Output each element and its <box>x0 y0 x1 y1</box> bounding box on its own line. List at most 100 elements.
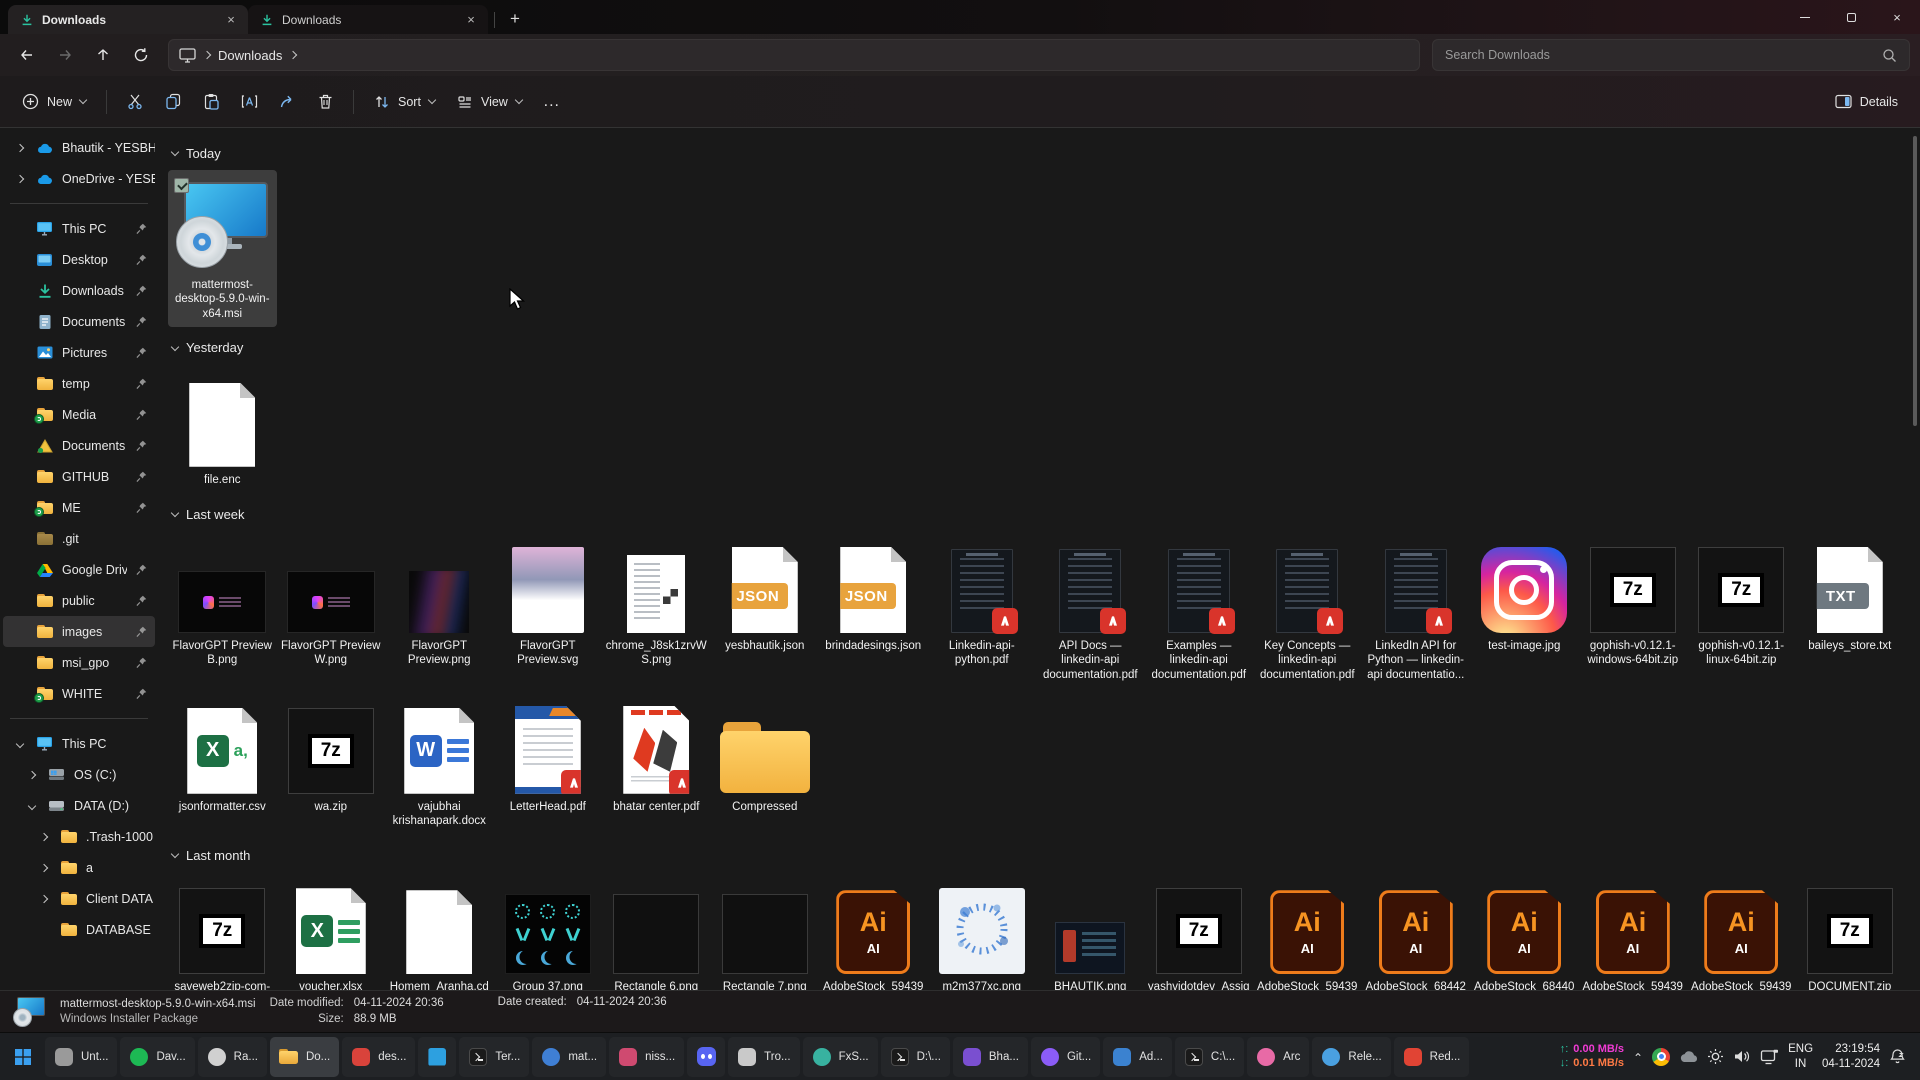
taskbar-item-fxs[interactable]: FxS... <box>803 1037 878 1077</box>
file-tile[interactable]: 7zgophish-v0.12.1-windows-64bit.zip <box>1579 531 1688 674</box>
file-tile[interactable]: Examples — linkedin-api documentation.pd… <box>1145 531 1254 688</box>
sidebar-item-github[interactable]: GITHUB <box>3 461 155 492</box>
brightness-icon[interactable] <box>1707 1048 1724 1065</box>
file-tile[interactable]: AiAIAdobeStock_594399656 - Copy.ai <box>1579 872 1688 990</box>
cast-display-icon[interactable] <box>1760 1049 1779 1065</box>
file-tile[interactable]: 7zgophish-v0.12.1-linux-64bit.zip <box>1687 531 1796 674</box>
notification-bell-icon[interactable] <box>1889 1048 1906 1065</box>
file-tile[interactable]: TXTbaileys_store.txt <box>1796 531 1905 659</box>
sidebar-item-client-data[interactable]: Client DATA <box>3 883 155 914</box>
minimize-button[interactable] <box>1782 0 1828 34</box>
taskbar-item-tro[interactable]: Tro... <box>728 1037 799 1077</box>
file-tile[interactable]: Linkedin-api-python.pdf <box>928 531 1037 674</box>
maximize-button[interactable] <box>1828 0 1874 34</box>
taskbar-item-do[interactable]: Do... <box>270 1037 339 1077</box>
more-options-button[interactable]: ... <box>534 84 570 120</box>
sidebar-item-images[interactable]: images <box>3 616 155 647</box>
taskbar-item-discord[interactable] <box>687 1037 725 1077</box>
tab-close-icon[interactable]: × <box>222 11 240 29</box>
scrollbar-thumb[interactable] <box>1913 136 1917 426</box>
file-tile[interactable]: FlavorGPT Preview W.png <box>277 531 386 674</box>
file-tile[interactable]: test-image.jpg <box>1470 531 1579 659</box>
chrome-icon[interactable] <box>1652 1048 1670 1066</box>
sidebar-item--git[interactable]: .git <box>3 523 155 554</box>
sidebar-item-google-drive[interactable]: Google Drive <box>3 554 155 585</box>
sidebar-item-data-d-[interactable]: DATA (D:) <box>3 790 155 821</box>
tab-downloads[interactable]: Downloads× <box>8 5 248 34</box>
volume-icon[interactable] <box>1733 1049 1751 1064</box>
tab-close-icon[interactable]: × <box>462 11 480 29</box>
file-tile[interactable]: BHAUTIK.png <box>1036 872 1145 990</box>
file-tile[interactable]: file.enc <box>168 365 277 493</box>
taskbar-item-d[interactable]: D:\... <box>881 1037 950 1077</box>
file-tile[interactable]: Rectangle 7.png <box>711 872 820 990</box>
taskbar-item-ra[interactable]: Ra... <box>198 1037 267 1077</box>
file-tile[interactable]: 7zyashvidotdev_AssignmentRepo-main.zip <box>1145 872 1254 990</box>
group-header-yesterday[interactable]: Yesterday <box>172 335 1920 361</box>
selection-checkbox[interactable] <box>174 178 189 193</box>
refresh-button[interactable] <box>124 39 158 71</box>
copy-button[interactable] <box>155 84 191 120</box>
file-tile[interactable]: AiAIAdobeStock_594399656 [Converted] cop… <box>1253 872 1362 990</box>
file-tile[interactable]: AiAIAdobeStock_594399656 [Converted].ai <box>819 872 928 990</box>
taskbar-item-rele[interactable]: Rele... <box>1312 1037 1390 1077</box>
taskbar-item-git[interactable]: Git... <box>1031 1037 1100 1077</box>
sidebar-item-documents[interactable]: Documents <box>3 306 155 337</box>
vertical-scrollbar[interactable] <box>1911 132 1918 986</box>
chevron-down-icon[interactable] <box>13 741 27 747</box>
chevron-right-icon[interactable] <box>13 145 27 151</box>
taskbar-item-c[interactable]: C:\... <box>1175 1037 1244 1077</box>
taskbar-item-ad[interactable]: Ad... <box>1103 1037 1172 1077</box>
new-tab-button[interactable]: + <box>501 7 529 31</box>
file-tile[interactable]: LinkedIn API for Python — linkedin-api d… <box>1362 531 1471 688</box>
taskbar-item-ter[interactable]: Ter... <box>459 1037 529 1077</box>
sidebar-item-pictures[interactable]: Pictures <box>3 337 155 368</box>
sidebar-item-me[interactable]: ME <box>3 492 155 523</box>
chevron-right-icon[interactable] <box>37 865 51 871</box>
taskbar-item-unt[interactable]: Unt... <box>45 1037 117 1077</box>
file-tile[interactable]: 7zDOCUMENT.zip <box>1796 872 1905 990</box>
chevron-down-icon[interactable] <box>25 803 39 809</box>
sidebar-item-this-pc[interactable]: This PC <box>3 213 155 244</box>
chevron-right-icon[interactable] <box>25 772 39 778</box>
file-tile[interactable]: Homem_Aranha.cdr <box>385 872 494 990</box>
delete-button[interactable] <box>307 84 343 120</box>
sidebar-item-public[interactable]: public <box>3 585 155 616</box>
sidebar-item-os-c-[interactable]: OS (C:) <box>3 759 155 790</box>
group-header-last-week[interactable]: Last week <box>172 501 1920 527</box>
sidebar-item-bhautik-yesbh[interactable]: Bhautik - YESBH <box>3 132 155 163</box>
file-tile[interactable]: JSONyesbhautik.json <box>711 531 820 659</box>
sidebar-item-temp[interactable]: temp <box>3 368 155 399</box>
file-tile[interactable]: AiAIAdobeStock_684401528.ai <box>1470 872 1579 990</box>
sidebar-item-downloads[interactable]: Downloads <box>3 275 155 306</box>
taskbar-item-red[interactable]: Red... <box>1394 1037 1470 1077</box>
up-button[interactable] <box>86 39 120 71</box>
paste-button[interactable] <box>193 84 229 120</box>
close-button[interactable]: × <box>1874 0 1920 34</box>
search-input[interactable] <box>1445 48 1882 62</box>
file-tile[interactable]: 7zwa.zip <box>277 692 386 820</box>
tray-overflow-chevron-icon[interactable]: ⌃ <box>1633 1051 1643 1065</box>
forward-button[interactable] <box>48 39 82 71</box>
chevron-right-icon[interactable] <box>37 896 51 902</box>
taskbar-item-niss[interactable]: niss... <box>609 1037 684 1077</box>
view-button[interactable]: View <box>447 84 532 120</box>
share-button[interactable] <box>269 84 305 120</box>
file-tile[interactable]: Key Concepts — linkedin-api documentatio… <box>1253 531 1362 688</box>
group-header-today[interactable]: Today <box>172 140 1920 166</box>
tab-downloads[interactable]: Downloads× <box>248 5 488 34</box>
sidebar-item-this-pc[interactable]: This PC <box>3 728 155 759</box>
taskbar-item-bha[interactable]: Bha... <box>953 1037 1028 1077</box>
file-tile[interactable]: Compressed <box>711 692 820 820</box>
taskbar-item-mat[interactable]: mat... <box>532 1037 606 1077</box>
details-pane-button[interactable]: Details <box>1825 84 1908 120</box>
taskbar-item-dav[interactable]: Dav... <box>120 1037 194 1077</box>
sidebar-item-desktop[interactable]: Desktop <box>3 244 155 275</box>
file-tile[interactable]: AiAIAdobeStock_684425862.ai <box>1362 872 1471 990</box>
file-tile[interactable]: Xa,jsonformatter.csv <box>168 692 277 820</box>
sidebar-item-documents[interactable]: Documents <box>3 430 155 461</box>
cloud-icon[interactable] <box>1679 1050 1698 1063</box>
rename-button[interactable] <box>231 84 267 120</box>
sidebar-item-onedrive-yesb[interactable]: OneDrive - YESB <box>3 163 155 194</box>
sort-button[interactable]: Sort <box>364 84 445 120</box>
